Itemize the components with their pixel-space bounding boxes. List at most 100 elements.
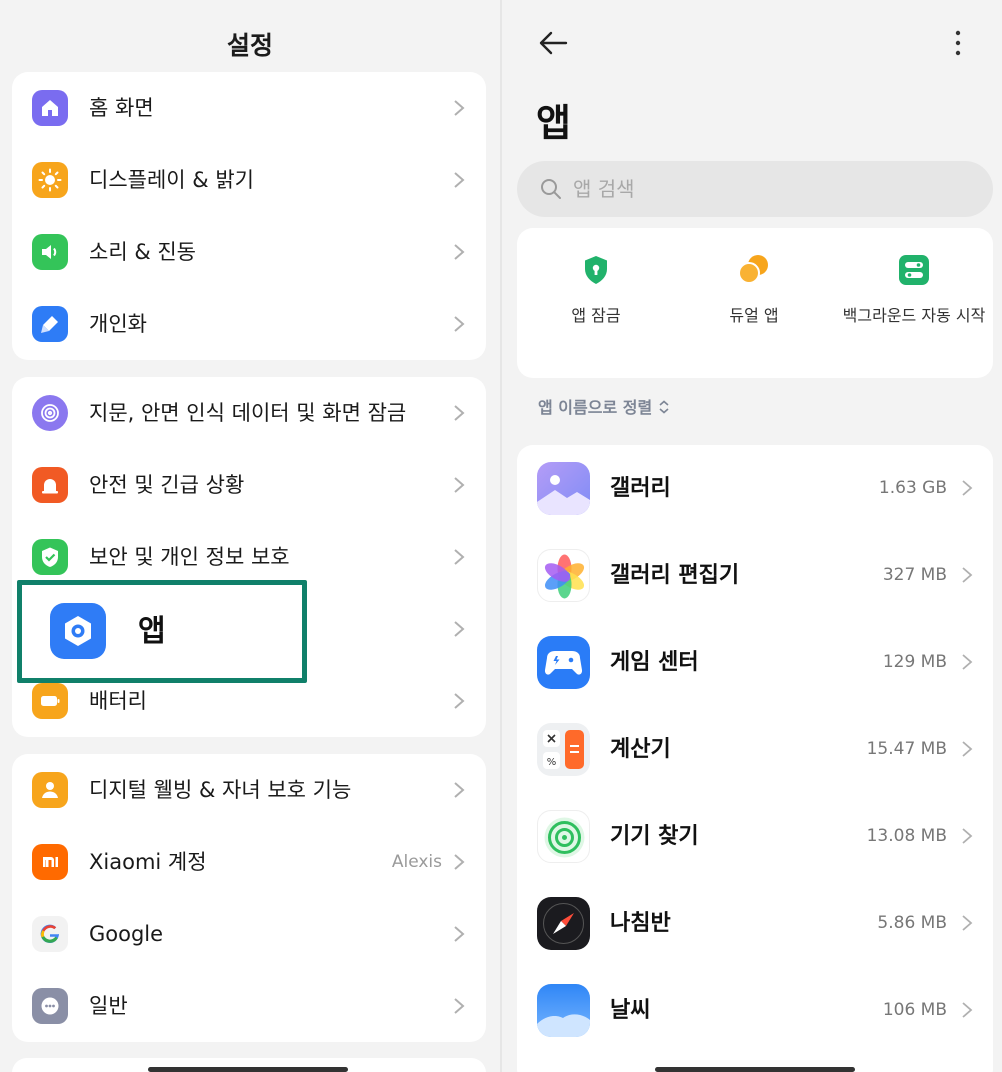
more-dots-icon xyxy=(32,988,68,1024)
settings-item-label: Xiaomi 계정 xyxy=(89,850,207,874)
quick-action-label: 듀얼 앱 xyxy=(729,306,779,325)
sun-icon xyxy=(32,162,68,198)
compass-icon xyxy=(537,897,590,950)
chevron-right-icon xyxy=(962,480,973,496)
settings-item-sound[interactable]: 소리 & 진동 xyxy=(12,216,486,288)
home-icon xyxy=(32,90,68,126)
chevron-right-icon xyxy=(454,693,465,709)
chevron-right-icon xyxy=(454,782,465,798)
apps-pane: 앱 앱 잠금 듀얼 앱 백그라운드 자동 시작 앱 이름으로 정렬 갤러리 1.… xyxy=(502,0,1002,1072)
chevron-right-icon xyxy=(454,244,465,260)
sort-updown-icon xyxy=(659,400,669,414)
app-list: 갤러리 1.63 GB 갤러리 편집기 327 MB 게임 센터 129 MB … xyxy=(517,445,993,1072)
app-search-bar[interactable] xyxy=(517,161,993,217)
quick-action-autostart[interactable]: 백그라운드 자동 시작 xyxy=(835,228,993,378)
chevron-right-icon xyxy=(454,405,465,421)
chevron-right-icon xyxy=(454,998,465,1014)
weather-icon xyxy=(537,984,590,1037)
settings-item-xiaomi-account[interactable]: Xiaomi 계정 Alexis xyxy=(12,826,486,898)
app-size: 5.86 MB xyxy=(877,913,947,933)
settings-item-general[interactable]: 일반 xyxy=(12,970,486,1042)
quick-action-label: 백그라운드 자동 시작 xyxy=(842,306,986,325)
more-options-icon[interactable] xyxy=(948,28,968,60)
settings-item-label: 디지털 웰빙 & 자녀 보호 기능 xyxy=(89,778,352,802)
dual-circle-icon xyxy=(738,255,768,284)
settings-group-2: 지문, 안면 인식 데이터 및 화면 잠금 안전 및 긴급 상황 보안 및 개인… xyxy=(12,377,486,737)
chevron-right-icon xyxy=(962,741,973,757)
chevron-right-icon xyxy=(962,654,973,670)
chevron-right-icon xyxy=(454,477,465,493)
app-row-compass[interactable]: 나침반 5.86 MB xyxy=(517,880,993,967)
page-title: 앱 xyxy=(536,101,571,145)
quick-action-label: 앱 잠금 xyxy=(571,306,621,325)
settings-item-home-screen[interactable]: 홈 화면 xyxy=(12,72,486,144)
chevron-right-icon xyxy=(454,316,465,332)
app-size: 129 MB xyxy=(882,652,947,672)
app-row-gallery-editor[interactable]: 갤러리 편집기 327 MB xyxy=(517,532,993,619)
settings-item-safety[interactable]: 안전 및 긴급 상황 xyxy=(12,449,486,521)
app-row-game-center[interactable]: 게임 센터 129 MB xyxy=(517,619,993,706)
settings-item-wellbeing[interactable]: 디지털 웰빙 & 자녀 보호 기능 xyxy=(12,754,486,826)
home-indicator[interactable] xyxy=(655,1067,855,1072)
app-name: 갤러리 xyxy=(610,476,671,501)
app-name: 나침반 xyxy=(610,911,671,936)
home-indicator[interactable] xyxy=(148,1067,348,1072)
chevron-right-icon xyxy=(962,1002,973,1018)
settings-item-label: 안전 및 긴급 상황 xyxy=(89,473,245,497)
settings-item-label: 지문, 안면 인식 데이터 및 화면 잠금 xyxy=(89,401,407,425)
settings-item-biometrics[interactable]: 지문, 안면 인식 데이터 및 화면 잠금 xyxy=(12,377,486,449)
battery-icon xyxy=(32,683,68,719)
app-row-weather[interactable]: 날씨 106 MB xyxy=(517,967,993,1054)
app-row-gallery[interactable]: 갤러리 1.63 GB xyxy=(517,445,993,532)
shield-lock-icon xyxy=(585,256,607,284)
account-name-value: Alexis xyxy=(391,852,442,872)
chevron-right-icon xyxy=(454,100,465,116)
page-title: 설정 xyxy=(226,31,273,60)
sort-label: 앱 이름으로 정렬 xyxy=(538,398,653,417)
chevron-right-icon xyxy=(962,828,973,844)
settings-item-display[interactable]: 디스플레이 & 밝기 xyxy=(12,144,486,216)
settings-pane: 설정 홈 화면 디스플레이 & 밝기 소리 & 진동 개인화 지문, 안면 인식… xyxy=(0,0,500,1072)
search-icon xyxy=(541,179,561,199)
back-arrow-icon[interactable] xyxy=(536,26,570,60)
settings-group-3: 디지털 웰빙 & 자녀 보호 기능 Xiaomi 계정 Alexis Googl… xyxy=(12,754,486,1042)
gallery-editor-icon xyxy=(537,549,590,602)
highlighted-apps-item[interactable]: 앱 xyxy=(17,580,307,683)
settings-item-google[interactable]: Google xyxy=(12,898,486,970)
settings-item-personalization[interactable]: 개인화 xyxy=(12,288,486,360)
app-row-find-device[interactable]: 기기 찾기 13.08 MB xyxy=(517,793,993,880)
app-size: 327 MB xyxy=(882,565,947,585)
chevron-right-icon xyxy=(962,915,973,931)
settings-item-label: Google xyxy=(89,922,164,946)
toggle-icon xyxy=(899,255,929,285)
settings-group-1: 홈 화면 디스플레이 & 밝기 소리 & 진동 개인화 xyxy=(12,72,486,360)
quick-action-dual-apps[interactable]: 듀얼 앱 xyxy=(675,228,833,378)
shield-check-icon xyxy=(32,539,68,575)
app-row-calculator[interactable]: % 계산기 15.47 MB xyxy=(517,706,993,793)
settings-item-label: 개인화 xyxy=(89,312,147,336)
app-name: 날씨 xyxy=(610,998,651,1023)
app-name: 계산기 xyxy=(610,737,671,762)
sort-selector[interactable]: 앱 이름으로 정렬 xyxy=(538,394,670,418)
chevron-right-icon xyxy=(454,172,465,188)
search-input[interactable] xyxy=(573,169,973,209)
quick-action-app-lock[interactable]: 앱 잠금 xyxy=(517,228,675,378)
settings-header: 설정 xyxy=(0,0,500,78)
app-name: 갤러리 편집기 xyxy=(610,563,740,588)
chevron-right-icon xyxy=(454,854,465,870)
chevron-right-icon xyxy=(962,567,973,583)
app-size: 13.08 MB xyxy=(866,826,947,846)
settings-item-label: 디스플레이 & 밝기 xyxy=(89,168,254,192)
calculator-icon: % xyxy=(537,723,590,776)
game-center-icon xyxy=(537,636,590,689)
wellbeing-icon xyxy=(32,772,68,808)
google-icon xyxy=(32,916,68,952)
find-device-icon xyxy=(537,810,590,863)
app-gear-icon xyxy=(50,603,106,659)
app-name: 게임 센터 xyxy=(610,650,699,675)
app-name: 기기 찾기 xyxy=(610,824,699,849)
chevron-right-icon xyxy=(454,549,465,565)
brush-icon xyxy=(32,306,68,342)
fingerprint-icon xyxy=(32,395,68,431)
app-size: 1.63 GB xyxy=(878,478,947,498)
